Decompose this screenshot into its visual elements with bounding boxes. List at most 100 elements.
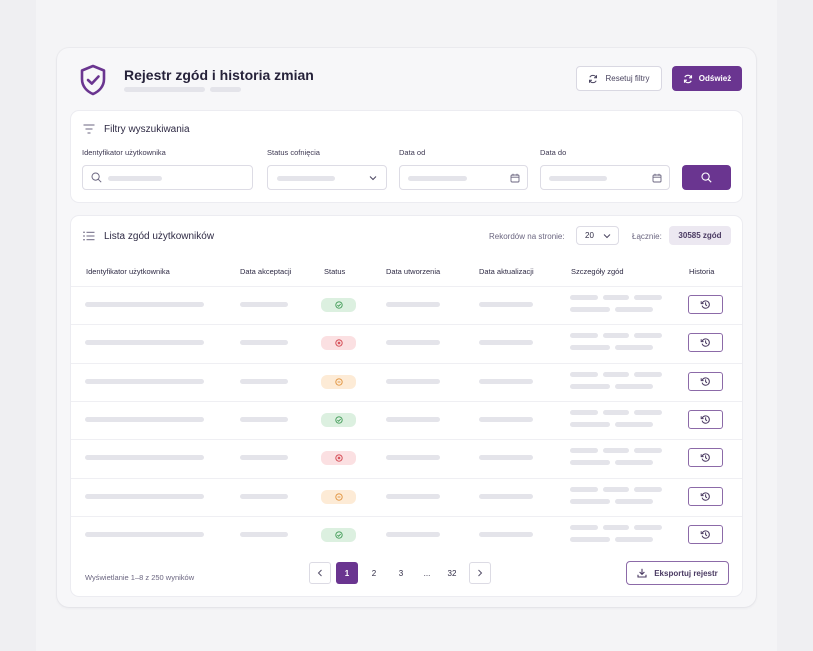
per-page-select[interactable]: 20 xyxy=(576,226,619,245)
consent-detail-placeholder xyxy=(634,371,662,377)
column-header-status: Status xyxy=(324,267,346,276)
total-count-badge: 30585 zgód xyxy=(669,226,731,245)
consent-detail-placeholder xyxy=(570,409,598,415)
results-summary: Wyświetlanie 1–8 z 250 wyników xyxy=(85,573,195,582)
column-header-user-id: Identyfikator użytkownika xyxy=(86,267,170,276)
consent-detail-placeholder xyxy=(570,536,610,542)
consent-detail-placeholder xyxy=(634,295,662,300)
user-id-search-input[interactable] xyxy=(82,165,253,190)
search-icon xyxy=(91,172,102,183)
next-page-button[interactable] xyxy=(469,562,491,584)
history-icon xyxy=(700,453,710,462)
date-from-input[interactable] xyxy=(399,165,528,190)
consent-detail-placeholder xyxy=(634,486,662,492)
table-row xyxy=(71,400,742,439)
list-icon xyxy=(83,231,95,241)
user-id-placeholder xyxy=(85,340,204,346)
consent-detail-placeholder xyxy=(603,333,629,339)
status-badge xyxy=(321,412,356,427)
export-registry-button[interactable]: Eksportuj rejestr xyxy=(626,561,729,585)
created-date-placeholder xyxy=(386,378,440,384)
refresh-label: Odśwież xyxy=(698,74,732,83)
consent-detail-placeholder xyxy=(634,448,662,454)
date-placeholder xyxy=(549,176,607,181)
column-header-consent-details: Szczegóły zgód xyxy=(571,267,624,276)
history-button[interactable] xyxy=(688,448,723,468)
consent-detail-placeholder xyxy=(634,409,662,415)
created-date-placeholder xyxy=(386,455,440,461)
history-button[interactable] xyxy=(688,486,723,506)
consent-detail-placeholder xyxy=(570,333,598,339)
history-button[interactable] xyxy=(688,333,723,353)
history-button[interactable] xyxy=(688,295,723,314)
consent-detail-placeholder xyxy=(570,486,598,492)
table-row xyxy=(71,515,742,554)
search-icon xyxy=(701,172,712,183)
date-placeholder xyxy=(408,176,467,181)
date-to-label: Data do xyxy=(540,148,567,157)
subtitle-placeholder-short xyxy=(210,87,241,92)
shield-check-icon xyxy=(80,64,106,96)
user-id-label: Identyfikator użytkownika xyxy=(82,148,166,157)
consent-detail-placeholder xyxy=(570,295,598,300)
refresh-button[interactable]: Odśwież xyxy=(672,66,742,91)
status-select[interactable] xyxy=(267,165,387,190)
export-label: Eksportuj rejestr xyxy=(654,568,718,578)
accepted-date-placeholder xyxy=(240,302,288,307)
date-to-input[interactable] xyxy=(540,165,670,190)
page-button-3[interactable]: 3 xyxy=(390,562,412,584)
refresh-icon xyxy=(683,74,692,83)
user-id-placeholder xyxy=(85,302,204,307)
history-button[interactable] xyxy=(688,371,723,391)
list-title: Lista zgód użytkowników xyxy=(104,231,215,242)
history-button[interactable] xyxy=(688,524,723,544)
column-header-accepted-date: Data akceptacji xyxy=(240,267,292,276)
user-id-placeholder xyxy=(85,378,204,384)
consent-detail-placeholder xyxy=(603,295,629,300)
consent-detail-placeholder xyxy=(570,307,610,312)
chevron-down-icon xyxy=(603,233,611,238)
consent-detail-placeholder xyxy=(615,536,653,542)
consent-detail-placeholder xyxy=(570,345,610,351)
created-date-placeholder xyxy=(386,340,440,346)
prev-page-button[interactable] xyxy=(309,562,331,584)
created-date-placeholder xyxy=(386,302,440,307)
consent-detail-placeholder xyxy=(615,460,653,466)
reset-filters-button[interactable]: Resetuj filtry xyxy=(576,66,662,91)
updated-date-placeholder xyxy=(479,455,533,461)
calendar-icon xyxy=(652,173,662,183)
status-badge xyxy=(321,527,356,542)
accepted-date-placeholder xyxy=(240,531,288,537)
consent-detail-placeholder xyxy=(615,307,653,312)
minus-circle-icon xyxy=(334,377,343,386)
status-badge xyxy=(321,298,356,312)
history-icon xyxy=(700,300,710,309)
consent-detail-placeholder xyxy=(570,524,598,530)
input-placeholder xyxy=(108,176,162,181)
per-page-value: 20 xyxy=(585,231,594,240)
check-circle-icon xyxy=(334,416,343,424)
consent-detail-placeholder xyxy=(603,524,629,530)
column-header-updated-date: Data aktualizacji xyxy=(479,267,534,276)
per-page-label: Rekordów na stronie: xyxy=(489,232,565,241)
consent-detail-placeholder xyxy=(570,371,598,377)
created-date-placeholder xyxy=(386,416,440,422)
search-button[interactable] xyxy=(682,165,731,190)
page-button-2[interactable]: 2 xyxy=(363,562,385,584)
updated-date-placeholder xyxy=(479,340,533,346)
pagination-ellipsis: ... xyxy=(423,568,431,578)
user-id-placeholder xyxy=(85,493,204,499)
accepted-date-placeholder xyxy=(240,416,288,422)
user-id-placeholder xyxy=(85,416,204,422)
created-date-placeholder xyxy=(386,493,440,499)
consent-detail-placeholder xyxy=(615,345,653,351)
created-date-placeholder xyxy=(386,531,440,537)
chevron-right-icon xyxy=(478,569,483,577)
page-button-32[interactable]: 32 xyxy=(441,562,463,584)
page-button-1[interactable]: 1 xyxy=(336,562,358,584)
consent-detail-placeholder xyxy=(570,383,610,389)
table-row xyxy=(71,439,742,477)
consent-detail-placeholder xyxy=(634,333,662,339)
history-button[interactable] xyxy=(688,409,723,429)
consent-detail-placeholder xyxy=(615,421,653,427)
